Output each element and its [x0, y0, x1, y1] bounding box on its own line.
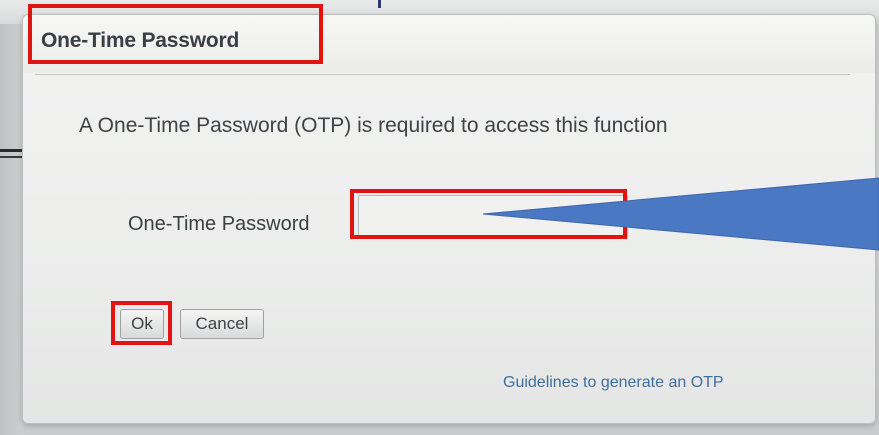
dialog-message: A One-Time Password (OTP) is required to…	[79, 114, 668, 137]
ok-highlight-box	[111, 301, 172, 345]
title-highlight-box	[28, 4, 323, 64]
background-left	[0, 24, 24, 435]
header-divider	[35, 74, 850, 75]
cancel-button[interactable]: Cancel	[180, 309, 264, 339]
guidelines-link[interactable]: Guidelines to generate an OTP	[503, 374, 724, 392]
otp-field-label: One-Time Password	[128, 213, 310, 235]
background-tick	[378, 0, 381, 8]
generate-otp-link[interactable]: Generate OTP	[654, 211, 778, 233]
input-highlight-box	[350, 189, 627, 239]
